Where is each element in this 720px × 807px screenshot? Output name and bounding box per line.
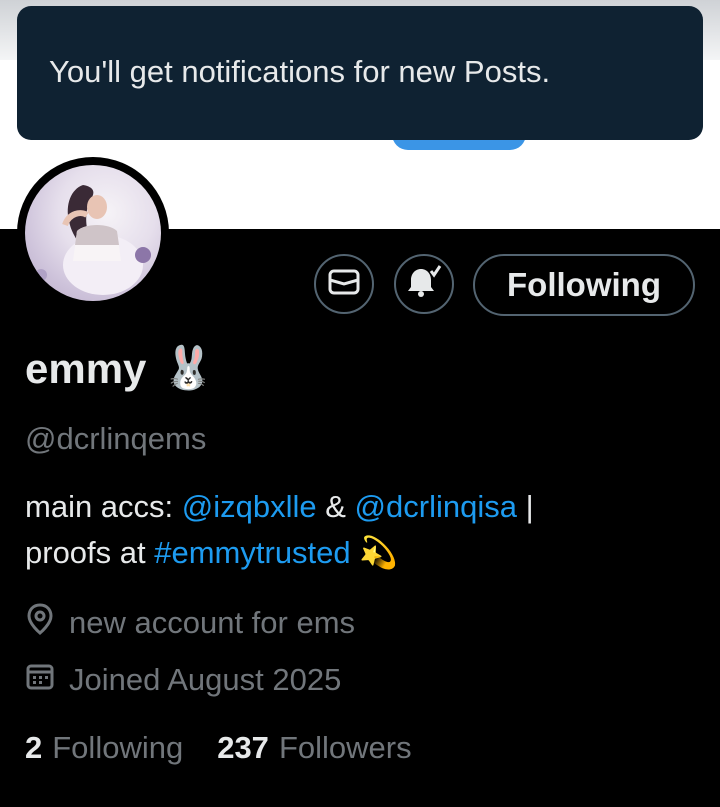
bio-text: proofs at bbox=[25, 535, 155, 570]
toast-message: You'll get notifications for new Posts. bbox=[49, 54, 551, 89]
avatar[interactable] bbox=[17, 157, 169, 309]
joined-row: Joined August 2025 bbox=[25, 661, 341, 699]
mention-link-dcrlinqisa[interactable]: @dcrlinqisa bbox=[355, 489, 517, 524]
profile-bio: main accs: @izqbxlle & @dcrlinqisa | pro… bbox=[25, 484, 695, 576]
bio-text: & bbox=[316, 489, 355, 524]
location-row: new account for ems bbox=[25, 603, 355, 643]
following-count-link[interactable]: 2 Following bbox=[25, 730, 183, 766]
followers-count: 237 bbox=[217, 730, 269, 765]
sparkle-emoji-icon: 💫 bbox=[350, 535, 398, 570]
following-label: Following bbox=[52, 730, 184, 765]
message-button[interactable] bbox=[314, 254, 374, 314]
avatar-image bbox=[25, 165, 161, 301]
location-text: new account for ems bbox=[69, 605, 356, 640]
notifications-button[interactable] bbox=[394, 254, 454, 314]
following-button-label: Following bbox=[507, 266, 661, 303]
following-button[interactable]: Following bbox=[473, 254, 695, 316]
followers-label: Followers bbox=[278, 730, 412, 765]
mention-link-izqbxlle[interactable]: @izqbxlle bbox=[182, 489, 317, 524]
bio-text: main accs: bbox=[25, 489, 182, 524]
bell-check-icon bbox=[405, 264, 443, 304]
follow-counts: 2 Following 237 Followers bbox=[25, 730, 412, 766]
display-name-text: emmy bbox=[25, 344, 147, 392]
following-count: 2 bbox=[25, 730, 43, 765]
display-name: emmy 🐰 bbox=[25, 344, 215, 393]
mail-icon bbox=[328, 268, 360, 301]
followers-count-link[interactable]: 237 Followers bbox=[217, 730, 411, 766]
bunny-emoji-icon: 🐰 bbox=[162, 344, 215, 391]
joined-text: Joined August 2025 bbox=[69, 662, 342, 697]
location-pin-icon bbox=[25, 603, 69, 643]
notification-toast: You'll get notifications for new Posts. bbox=[17, 6, 703, 140]
user-handle: @dcrlinqems bbox=[25, 421, 207, 456]
hashtag-link-emmytrusted[interactable]: #emmytrusted bbox=[154, 535, 350, 570]
calendar-icon bbox=[25, 661, 69, 699]
bio-text: | bbox=[516, 489, 534, 524]
